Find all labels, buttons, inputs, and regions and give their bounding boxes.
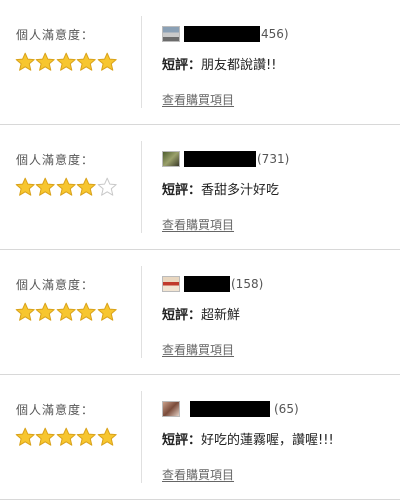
star-filled-icon — [97, 427, 117, 446]
star-filled-icon — [56, 427, 76, 446]
avatar — [162, 276, 180, 292]
review-item: 個人滿意度： (158) 短評：超新鮮 查看購買項目 — [0, 250, 400, 375]
short-comment-label: 短評： — [162, 183, 202, 198]
rating-stars — [15, 427, 117, 447]
review-item: 個人滿意度： (731) 短評：香甜多汁好吃 查看購買項目 — [0, 125, 400, 250]
review-item: 個人滿意度： 456) 短評：朋友都說讚!! 查看購買項目 — [0, 0, 400, 125]
reviewer-row: (65) — [162, 400, 299, 418]
short-comment: 短評：香甜多汁好吃 — [162, 179, 279, 198]
star-filled-icon — [76, 177, 96, 196]
satisfaction-label: 個人滿意度： — [16, 403, 95, 417]
short-comment-text: 朋友都說讚!! — [201, 58, 277, 73]
star-filled-icon — [76, 302, 96, 321]
star-filled-icon — [97, 302, 117, 321]
avatar — [162, 151, 180, 167]
reviewer-row: 456) — [162, 25, 289, 43]
star-filled-icon — [56, 52, 76, 71]
star-filled-icon — [76, 52, 96, 71]
star-empty-icon — [97, 177, 117, 196]
short-comment-text: 好吃的蓮霧喔，讚喔!!! — [201, 433, 334, 448]
divider — [141, 391, 142, 483]
short-comment: 短評：超新鮮 — [162, 304, 240, 323]
star-filled-icon — [15, 52, 35, 71]
view-purchase-link[interactable]: 查看購買項目 — [162, 341, 234, 358]
review-item: 個人滿意度： (65) 短評：好吃的蓮霧喔，讚喔!!! 查看購買項目 — [0, 375, 400, 500]
review-count: (65) — [274, 402, 299, 416]
reviewer-row: (158) — [162, 275, 263, 293]
star-filled-icon — [56, 177, 76, 196]
star-filled-icon — [56, 302, 76, 321]
star-filled-icon — [15, 427, 35, 446]
satisfaction-label: 個人滿意度： — [16, 153, 95, 167]
short-comment: 短評：朋友都說讚!! — [162, 54, 276, 73]
rating-stars — [15, 52, 117, 72]
star-filled-icon — [97, 52, 117, 71]
redacted-username — [184, 26, 260, 42]
rating-stars — [15, 177, 117, 197]
short-comment: 短評：好吃的蓮霧喔，讚喔!!! — [162, 429, 334, 448]
avatar — [162, 401, 180, 417]
view-purchase-link[interactable]: 查看購買項目 — [162, 91, 234, 108]
short-comment-label: 短評： — [162, 308, 202, 323]
redacted-username — [190, 401, 270, 417]
rating-stars — [15, 302, 117, 322]
short-comment-text: 超新鮮 — [201, 308, 241, 323]
view-purchase-link[interactable]: 查看購買項目 — [162, 466, 234, 483]
star-filled-icon — [36, 302, 56, 321]
avatar — [162, 26, 180, 42]
star-filled-icon — [36, 177, 56, 196]
satisfaction-label: 個人滿意度： — [16, 28, 95, 42]
reviewer-row: (731) — [162, 150, 289, 168]
star-filled-icon — [36, 427, 56, 446]
star-filled-icon — [15, 177, 35, 196]
redacted-username — [184, 276, 230, 292]
review-count: 456) — [261, 27, 289, 41]
satisfaction-label: 個人滿意度： — [16, 278, 95, 292]
star-filled-icon — [76, 427, 96, 446]
divider — [141, 141, 142, 233]
review-count: (158) — [231, 277, 264, 291]
star-filled-icon — [36, 52, 56, 71]
divider — [141, 16, 142, 108]
short-comment-text: 香甜多汁好吃 — [201, 183, 280, 198]
short-comment-label: 短評： — [162, 58, 202, 73]
review-count: (731) — [257, 152, 290, 166]
redacted-username — [184, 151, 256, 167]
star-filled-icon — [15, 302, 35, 321]
divider — [141, 266, 142, 358]
short-comment-label: 短評： — [162, 433, 202, 448]
view-purchase-link[interactable]: 查看購買項目 — [162, 216, 234, 233]
